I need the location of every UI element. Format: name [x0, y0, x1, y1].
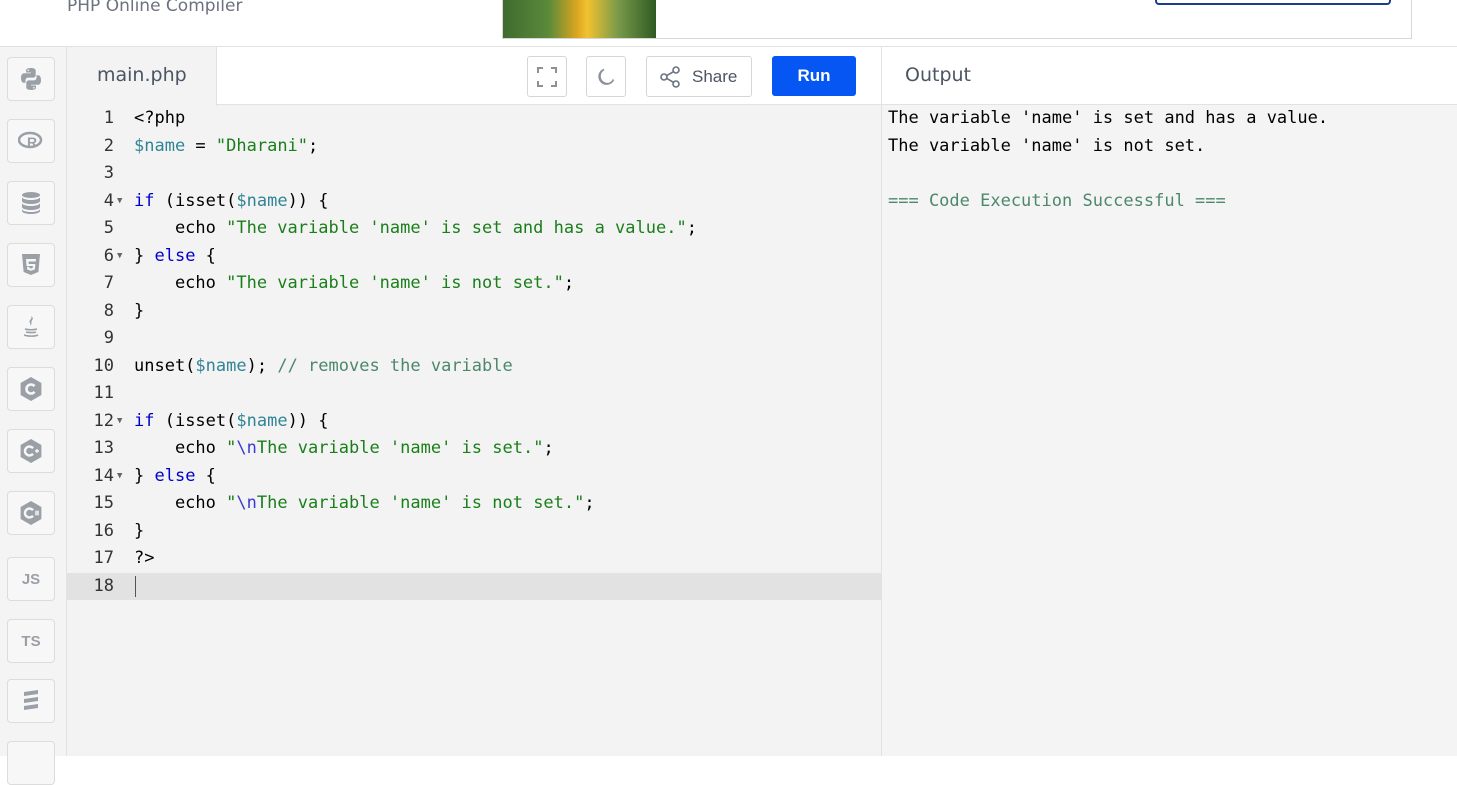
moon-icon	[598, 68, 615, 85]
fold-arrow-icon[interactable]: ▼	[117, 188, 122, 215]
svg-text:R: R	[27, 134, 37, 150]
code-line: 7 echo "The variable 'name' is not set."…	[103, 273, 575, 293]
share-button[interactable]: Share	[646, 56, 752, 97]
go-icon[interactable]	[7, 679, 55, 723]
code-line: 11	[93, 383, 114, 403]
js-label: JS	[21, 570, 41, 588]
code-line: 14 ▼} else {	[67, 463, 881, 490]
fold-arrow-icon[interactable]: ▼	[117, 243, 122, 270]
run-button[interactable]: Run	[772, 56, 856, 96]
typescript-icon[interactable]: TS	[7, 619, 55, 663]
top-bar: PHP Online Compiler	[0, 0, 1457, 47]
output-panel: Output The variable 'name' is set and ha…	[881, 47, 1457, 756]
output-line: The variable 'name' is set and has a val…	[888, 108, 1329, 128]
output-line: The variable 'name' is not set.	[888, 135, 1206, 156]
code-line: 10 unset($name); // removes the variable	[93, 355, 513, 376]
code-line: 2 $name = "Dharani";	[103, 135, 319, 156]
fold-arrow-icon[interactable]: ▼	[117, 408, 122, 435]
share-label: Share	[692, 66, 738, 86]
java-icon[interactable]	[7, 305, 55, 349]
code-line: 17 ?>	[93, 548, 155, 568]
editor-toolbar: main.php Share Run	[67, 47, 881, 106]
code-line: 16}	[93, 520, 145, 541]
code-line: 3	[103, 163, 114, 183]
share-icon	[660, 65, 680, 88]
c-language-icon[interactable]	[7, 367, 55, 411]
output-title: Output	[882, 47, 1457, 105]
fullscreen-button[interactable]	[527, 56, 567, 97]
active-code-line[interactable]: 18	[67, 572, 881, 600]
file-tab[interactable]: main.php	[67, 47, 217, 106]
code-editor-panel: main.php Share Run 1 <?php 2 $name = "Dhar…	[67, 47, 881, 756]
code-line: 8}	[103, 300, 145, 321]
html5-icon[interactable]	[7, 243, 55, 287]
csharp-icon[interactable]	[7, 491, 55, 535]
cpp-icon[interactable]	[7, 429, 55, 473]
fullscreen-icon	[537, 66, 557, 87]
code-line: 6 ▼} else {	[67, 243, 881, 270]
more-language-icon[interactable]	[7, 741, 55, 785]
code-line: 1 <?php	[103, 108, 186, 128]
ad-image	[503, 0, 656, 38]
theme-toggle-button[interactable]	[586, 56, 626, 97]
javascript-icon[interactable]: JS	[7, 557, 55, 601]
ad-button[interactable]	[1155, 0, 1391, 5]
code-line: 12 ▼ if (isset($name)) {	[67, 408, 881, 435]
code-line: 4 ▼ if (isset($name)) {	[67, 188, 881, 215]
code-line: 15 echo "\nThe variable 'name' is not se…	[93, 493, 595, 513]
advertisement-banner[interactable]	[502, 0, 1412, 39]
code-line: 13 echo "\nThe variable 'name' is set.";	[93, 438, 554, 458]
python-icon[interactable]	[7, 57, 55, 101]
r-icon[interactable]: R	[7, 119, 55, 163]
page-subtitle: PHP Online Compiler	[67, 0, 243, 16]
code-line: 5 echo "The variable 'name' is set and h…	[103, 218, 697, 238]
fold-arrow-icon[interactable]: ▼	[117, 463, 122, 490]
text-cursor	[135, 575, 136, 597]
language-sidebar: R JS TS	[0, 47, 67, 785]
code-area[interactable]: 1 <?php 2 $name = "Dharani"; 3 4 ▼ if (isset…	[67, 105, 881, 756]
ts-label: TS	[21, 632, 41, 650]
code-line: 9	[103, 328, 114, 348]
execution-status: === Code Execution Successful ===	[888, 190, 1226, 211]
database-icon[interactable]	[7, 181, 55, 225]
output-console: The variable 'name' is set and has a val…	[888, 105, 1328, 215]
